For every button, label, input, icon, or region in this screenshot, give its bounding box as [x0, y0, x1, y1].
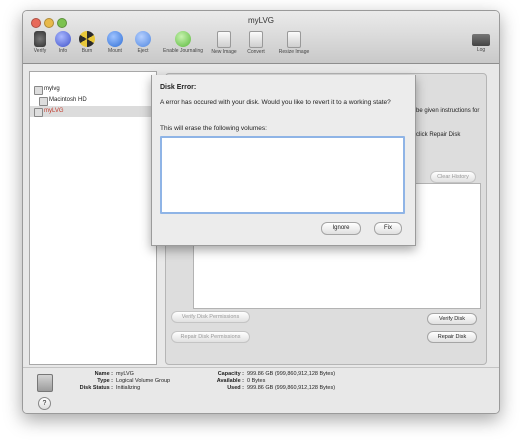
title-toolbar: myLVG Verify Info Burn Mount Eject Enabl…	[23, 11, 499, 64]
repair-disk-permissions-button[interactable]: Repair Disk Permissions	[171, 331, 250, 343]
dialog-title: Disk Error:	[160, 84, 197, 91]
resize-image-icon	[287, 31, 301, 48]
mount-icon	[107, 31, 123, 47]
new-image-icon	[217, 31, 231, 48]
hard-disk-icon	[37, 374, 53, 392]
clear-history-button[interactable]: Clear History	[430, 171, 476, 183]
disk-error-dialog: Disk Error: A error has occured with you…	[151, 75, 416, 246]
verify-disk-button[interactable]: Verify Disk	[427, 313, 477, 325]
convert-icon	[249, 31, 263, 48]
journal-icon	[175, 31, 191, 47]
repair-disk-button[interactable]: Repair Disk	[427, 331, 477, 343]
info-type-row: Type : Logical Volume Group	[97, 378, 171, 384]
verify-disk-permissions-button[interactable]: Verify Disk Permissions	[171, 311, 250, 323]
info-status-row: Disk Status : Initializing	[79, 385, 141, 391]
fix-button[interactable]: Fix	[374, 222, 402, 235]
window-title: myLVG	[247, 16, 275, 25]
volume-icon	[39, 97, 48, 106]
dialog-subtext: This will erase the following volumes:	[160, 125, 267, 132]
info-name-row: Name : myLVG	[94, 371, 134, 377]
dialog-message: A error has occured with your disk. Woul…	[160, 99, 391, 106]
sidebar-item-macintosh-hd[interactable]: Macintosh HD	[30, 95, 154, 106]
sidebar-item-mylvg[interactable]: mylvg	[30, 84, 154, 95]
info-available-row: Available :0 Bytes	[216, 378, 266, 384]
toolbar-log-button[interactable]: Log	[466, 31, 496, 53]
disk-icon	[34, 86, 43, 95]
ignore-button[interactable]: Ignore	[321, 222, 361, 235]
device-sidebar: mylvg Macintosh HD myLVG	[29, 71, 157, 365]
microscope-icon	[34, 31, 46, 47]
disk-utility-window: myLVG Verify Info Burn Mount Eject Enabl…	[22, 10, 500, 414]
info-used-row: Used :999.86 GB (999,860,912,128 Bytes)	[227, 385, 336, 391]
eject-icon	[135, 31, 151, 47]
toolbar-eject-button[interactable]: Eject	[128, 31, 158, 54]
lvg-icon	[34, 108, 43, 117]
toolbar-new-image-button[interactable]: New Image	[209, 31, 239, 55]
toolbar-resize-image-button[interactable]: Resize Image	[276, 31, 312, 55]
info-capacity-row: Capacity :999.86 GB (999,860,912,128 Byt…	[217, 371, 336, 377]
toolbar-mount-button[interactable]: Mount	[100, 31, 130, 54]
help-button[interactable]: ?	[38, 397, 51, 410]
log-icon	[472, 34, 490, 46]
radioactive-icon	[79, 31, 95, 47]
volumes-list[interactable]	[160, 136, 405, 214]
toolbar-burn-button[interactable]: Burn	[72, 31, 102, 54]
instructions-text-1: be given instructions for	[416, 108, 480, 114]
toolbar-enable-journaling-button[interactable]: Enable Journaling	[160, 31, 206, 54]
instructions-text-2: click Repair Disk	[416, 132, 461, 138]
toolbar-convert-button[interactable]: Convert	[241, 31, 271, 55]
sidebar-item-mylvg-group[interactable]: myLVG	[30, 106, 154, 117]
disk-info-bar: ? Name : myLVG Type : Logical Volume Group…	[23, 367, 499, 413]
info-icon	[55, 31, 71, 47]
